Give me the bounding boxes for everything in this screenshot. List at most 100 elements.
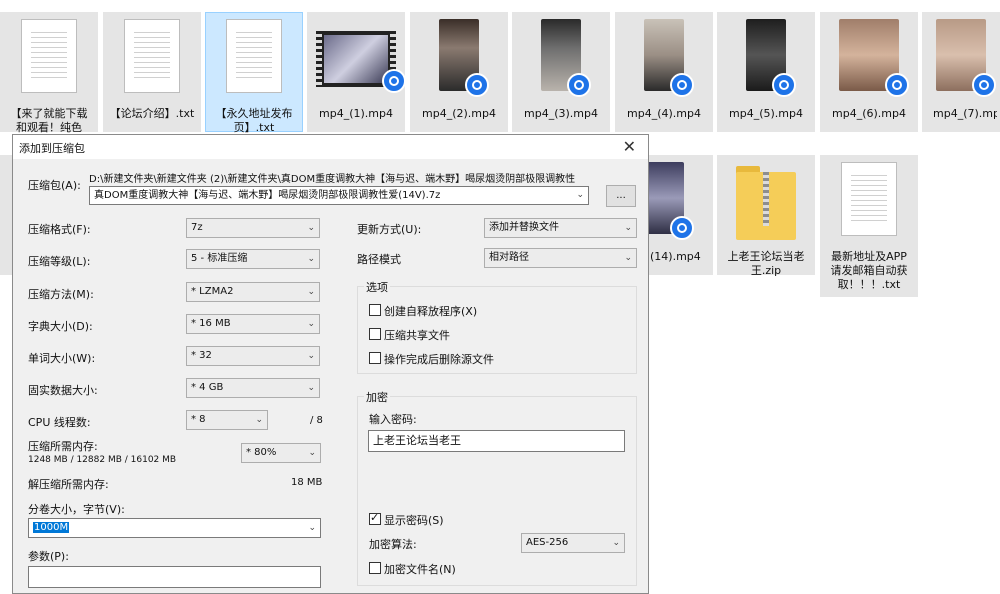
path-mode-label: 路径模式 bbox=[357, 253, 401, 266]
file-tile[interactable]: 【论坛介绍】.txt bbox=[103, 12, 201, 132]
chevron-down-icon: ⌄ bbox=[307, 254, 315, 264]
split-size-combo[interactable]: 1000M ⌄ bbox=[28, 518, 321, 538]
update-mode-select[interactable]: 添加并替换文件 ⌄ bbox=[484, 218, 637, 238]
file-tile[interactable]: mp4_(1).mp4 bbox=[307, 12, 406, 132]
method-select[interactable]: * LZMA2 ⌄ bbox=[186, 282, 320, 302]
dict-select[interactable]: * 16 MB ⌄ bbox=[186, 314, 320, 334]
file-name: 【永久地址发布 页】.txt bbox=[215, 107, 293, 134]
decomp-label: 解压缩所需内存: bbox=[28, 478, 109, 491]
format-value: 7z bbox=[191, 222, 203, 233]
document-icon bbox=[226, 19, 282, 93]
file-tile[interactable]: mp4_(2).mp4 bbox=[410, 12, 508, 132]
document-icon bbox=[21, 19, 77, 93]
level-label: 压缩等级(L): bbox=[28, 255, 91, 268]
chevron-down-icon: ⌄ bbox=[308, 523, 316, 533]
archive-path-value: 真DOM重度调教大神【海与迟、端木野】喝尿烟烫阴部极限调教性爱(14V).7z bbox=[94, 190, 441, 201]
file-tile-selected[interactable]: 【永久地址发布 页】.txt bbox=[205, 12, 303, 134]
mem-value: * 80% bbox=[246, 447, 277, 458]
delete-source-checkbox[interactable] bbox=[369, 352, 381, 364]
encryption-method-value: AES-256 bbox=[526, 537, 569, 548]
shared-checkbox[interactable] bbox=[369, 328, 381, 340]
cpu-total: / 8 bbox=[310, 415, 323, 426]
file-name: 【论坛介绍】.txt bbox=[109, 107, 195, 120]
media-player-badge-icon bbox=[465, 73, 489, 97]
format-select[interactable]: 7z ⌄ bbox=[186, 218, 320, 238]
file-name: 【来了就能下载 和观看！纯色 bbox=[10, 107, 88, 134]
file-name: mp4_(4).mp4 bbox=[627, 107, 701, 120]
file-tile[interactable]: 最新地址及APP 请发邮箱自动获 取！！！.txt bbox=[820, 155, 918, 297]
close-icon[interactable]: ✕ bbox=[623, 137, 636, 156]
browse-button[interactable]: ... bbox=[606, 185, 636, 207]
file-tile[interactable]: 上老王论坛当老 王.zip bbox=[717, 155, 815, 277]
password-input[interactable]: 上老王论坛当老王 bbox=[368, 430, 625, 452]
format-label: 压缩格式(F): bbox=[28, 223, 91, 236]
show-password-checkbox[interactable] bbox=[369, 511, 381, 525]
chevron-down-icon: ⌄ bbox=[307, 223, 315, 233]
file-tile[interactable]: mp4_(6).mp4 bbox=[820, 12, 918, 132]
solid-value: * 4 GB bbox=[191, 382, 224, 393]
document-icon bbox=[124, 19, 180, 93]
shared-label[interactable]: 压缩共享文件 bbox=[384, 327, 450, 343]
file-name: mp4_(7).mp bbox=[933, 107, 997, 120]
file-tile[interactable]: 【来了就能下载 和观看！纯色 bbox=[0, 12, 98, 134]
file-tile[interactable]: mp4_(4).mp4 bbox=[615, 12, 713, 132]
video-thumbnail bbox=[746, 19, 796, 97]
archive-path-line1: D:\新建文件夹\新建文件夹 (2)\新建文件夹\真DOM重度调教大神【海与迟、… bbox=[89, 174, 576, 185]
chevron-down-icon: ⌄ bbox=[308, 448, 316, 458]
archive-label: 压缩包(A): bbox=[28, 179, 81, 192]
video-thumbnail bbox=[316, 19, 406, 93]
dict-value: * 16 MB bbox=[191, 318, 231, 329]
file-name: mp4_(2).mp4 bbox=[422, 107, 496, 120]
file-name: mp4_(3).mp4 bbox=[524, 107, 598, 120]
zip-folder-icon bbox=[736, 162, 796, 240]
file-tile[interactable]: mp4_(3).mp4 bbox=[512, 12, 610, 132]
update-label: 更新方式(U): bbox=[357, 223, 422, 236]
chevron-down-icon: ⌄ bbox=[307, 319, 315, 329]
params-input[interactable] bbox=[28, 566, 321, 588]
password-label: 输入密码: bbox=[369, 413, 417, 426]
file-tile[interactable]: mp4_(7).mp bbox=[922, 12, 1000, 132]
cpu-label: CPU 线程数: bbox=[28, 416, 91, 429]
sfx-label[interactable]: 创建自释放程序(X) bbox=[384, 303, 477, 319]
chevron-down-icon: ⌄ bbox=[255, 415, 263, 425]
dialog-titlebar: 添加到压缩包 ✕ bbox=[13, 135, 648, 159]
solid-select[interactable]: * 4 GB ⌄ bbox=[186, 378, 320, 398]
chevron-down-icon: ⌄ bbox=[307, 287, 315, 297]
split-label: 分卷大小，字节(V): bbox=[28, 503, 125, 516]
archive-path-combo[interactable]: 真DOM重度调教大神【海与迟、端木野】喝尿烟烫阴部极限调教性爱(14V).7z … bbox=[89, 186, 589, 205]
chevron-down-icon: ⌄ bbox=[624, 253, 632, 263]
file-name: mp4_(1).mp4 bbox=[319, 107, 393, 120]
word-select[interactable]: * 32 ⌄ bbox=[186, 346, 320, 366]
encrypt-names-label[interactable]: 加密文件名(N) bbox=[384, 561, 456, 577]
file-name: (14).mp4 bbox=[650, 250, 701, 263]
word-value: * 32 bbox=[191, 350, 212, 361]
file-tile[interactable]: m bbox=[0, 155, 12, 275]
params-label: 参数(P): bbox=[28, 550, 69, 563]
split-value: 1000M bbox=[33, 522, 70, 533]
video-thumbnail bbox=[644, 162, 694, 240]
video-thumbnail bbox=[644, 19, 694, 97]
encryption-method-select[interactable]: AES-256 ⌄ bbox=[521, 533, 625, 553]
dialog-title: 添加到压缩包 bbox=[19, 142, 85, 155]
video-thumbnail bbox=[839, 19, 909, 97]
media-player-badge-icon bbox=[885, 73, 909, 97]
show-password-label[interactable]: 显示密码(S) bbox=[384, 512, 444, 528]
media-player-badge-icon bbox=[972, 73, 996, 97]
encrypt-names-checkbox[interactable] bbox=[369, 562, 381, 574]
document-icon bbox=[841, 162, 897, 236]
cpu-select[interactable]: * 8 ⌄ bbox=[186, 410, 268, 430]
mem-percent-select[interactable]: * 80% ⌄ bbox=[241, 443, 321, 463]
mem-label: 压缩所需内存: bbox=[28, 440, 98, 453]
mem-detail: 1248 MB / 12882 MB / 16102 MB bbox=[28, 455, 177, 465]
dict-label: 字典大小(D): bbox=[28, 320, 93, 333]
encryption-method-label: 加密算法: bbox=[369, 538, 417, 551]
encryption-group: 加密 输入密码: 上老王论坛当老王 显示密码(S) 加密算法: AES-256 ⌄… bbox=[357, 389, 637, 586]
file-tile[interactable]: mp4_(5).mp4 bbox=[717, 12, 815, 132]
sfx-checkbox[interactable] bbox=[369, 304, 381, 316]
decomp-value: 18 MB bbox=[291, 477, 323, 488]
path-mode-select[interactable]: 相对路径 ⌄ bbox=[484, 248, 637, 268]
chevron-down-icon: ⌄ bbox=[624, 223, 632, 233]
chevron-down-icon: ⌄ bbox=[576, 190, 584, 200]
delete-source-label[interactable]: 操作完成后删除源文件 bbox=[384, 351, 494, 367]
level-select[interactable]: 5 - 标准压缩 ⌄ bbox=[186, 249, 320, 269]
